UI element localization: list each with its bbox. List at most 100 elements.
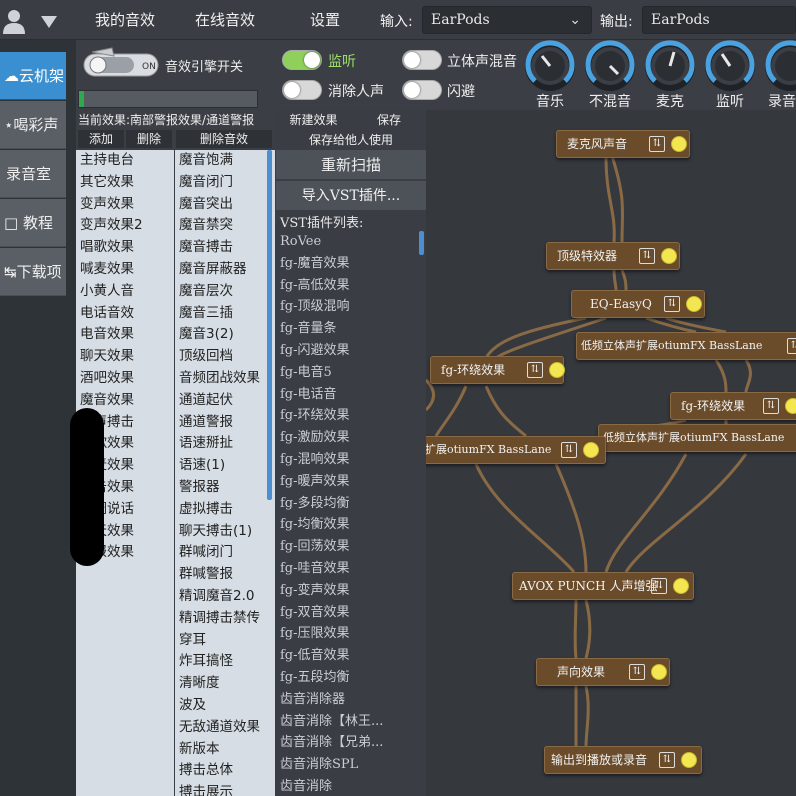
vst-item[interactable]: 齿音消除SPL xyxy=(276,754,418,776)
node-eq-easyq[interactable]: EQ-EasyQ ⇅ xyxy=(571,290,705,318)
sound-preset-item[interactable]: 清晰度 xyxy=(175,673,275,695)
nav-item-cloud-rack[interactable]: ☁云机架 xyxy=(0,52,66,100)
monitor-knob[interactable] xyxy=(704,40,756,92)
sound-preset-item[interactable]: 炸耳搞怪 xyxy=(175,651,275,673)
sound-preset-item[interactable]: 通道起伏 xyxy=(175,390,275,412)
monitor-toggle[interactable] xyxy=(282,50,322,70)
sound-preset-item[interactable]: 魔音搏击 xyxy=(175,237,275,259)
sound-preset-item[interactable]: 魔音饱满 xyxy=(175,150,275,172)
yellow-led-icon[interactable] xyxy=(661,248,677,264)
yellow-led-icon[interactable] xyxy=(549,362,565,378)
nav-item-tutorial[interactable]: □ 教程 xyxy=(0,199,66,247)
sound-preset-item[interactable]: 魔音突出 xyxy=(175,194,275,216)
yellow-led-icon[interactable] xyxy=(785,398,796,414)
equalizer-icon[interactable]: ⇅ xyxy=(659,752,675,768)
stereo-mix-toggle[interactable] xyxy=(402,50,442,70)
vst-item[interactable]: fg-双音效果 xyxy=(276,602,418,624)
equalizer-icon[interactable]: ⇅ xyxy=(664,296,680,312)
nav-item-studio[interactable]: 录音室 xyxy=(0,150,66,198)
node-top-effect[interactable]: 顶级特效器 ⇅ xyxy=(546,242,680,270)
sound-preset-item[interactable]: 聊天搏击(1) xyxy=(175,521,275,543)
vst-item[interactable]: fg-激励效果 xyxy=(276,427,418,449)
tab-my-effects[interactable]: 我的音效 xyxy=(80,0,170,40)
nav-item-cheer[interactable]: ⋆喝彩声 xyxy=(0,101,66,149)
vst-list-scrollbar[interactable] xyxy=(419,231,424,255)
equalizer-icon[interactable]: ⇅ xyxy=(787,338,796,354)
sound-preset-item[interactable]: 语速掰扯 xyxy=(175,433,275,455)
effect-category-item[interactable]: 唱歌效果 xyxy=(76,237,174,259)
sound-preset-item[interactable]: 魔音3(2) xyxy=(175,324,275,346)
effect-category-item[interactable]: 酒吧效果 xyxy=(76,368,174,390)
effect-category-item[interactable]: 主持电台 xyxy=(76,150,174,172)
yellow-led-icon[interactable] xyxy=(673,578,689,594)
vst-item[interactable]: fg-变声效果 xyxy=(276,580,418,602)
sound-preset-item[interactable]: 精调搏击禁传 xyxy=(175,608,275,630)
equalizer-icon[interactable]: ⇅ xyxy=(561,442,577,458)
sound-preset-item[interactable]: 音频团战效果 xyxy=(175,368,275,390)
equalizer-icon[interactable]: ⇅ xyxy=(527,362,543,378)
vst-item[interactable]: RoVee xyxy=(276,231,418,253)
vst-item[interactable]: fg-五段均衡 xyxy=(276,667,418,689)
vst-item[interactable]: fg-魔音效果 xyxy=(276,253,418,275)
equalizer-icon[interactable]: ⇅ xyxy=(649,136,665,152)
vst-item[interactable]: 齿音消除器 xyxy=(276,689,418,711)
import-vst-button[interactable]: 导入VST插件... xyxy=(276,181,426,211)
effect-graph-canvas[interactable]: 麦克风声音 ⇅ 顶级特效器 ⇅ EQ-EasyQ ⇅ 低频立体声扩展otiumF… xyxy=(426,110,796,796)
yellow-led-icon[interactable] xyxy=(681,752,697,768)
sound-preset-item[interactable]: 警报器 xyxy=(175,477,275,499)
sound-preset-item[interactable]: 群喊闭门 xyxy=(175,542,275,564)
vst-item[interactable]: fg-暖声效果 xyxy=(276,471,418,493)
node-avox-punch[interactable]: AVOX PUNCH 人声增强 ⇅ xyxy=(512,572,694,600)
sound-preset-item[interactable]: 通道警报 xyxy=(175,412,275,434)
tab-settings[interactable]: 设置 xyxy=(290,0,360,40)
vst-item[interactable]: fg-回荡效果 xyxy=(276,536,418,558)
node-bass-expand-1[interactable]: 低频立体声扩展otiumFX BassLane ⇅ xyxy=(576,332,796,360)
node-mic-input[interactable]: 麦克风声音 ⇅ xyxy=(556,130,690,158)
add-button[interactable]: 添加 xyxy=(78,130,124,148)
vst-item[interactable]: 齿音消除【兄弟... xyxy=(276,732,418,754)
effect-category-item[interactable]: 变声效果2 xyxy=(76,215,174,237)
vst-item[interactable]: fg-环绕效果 xyxy=(276,405,418,427)
delete-sound-button[interactable]: 删除音效 xyxy=(176,130,272,148)
vst-item[interactable]: fg-闪避效果 xyxy=(276,340,418,362)
sound-list-scrollbar[interactable] xyxy=(267,150,272,500)
vst-item[interactable]: fg-压限效果 xyxy=(276,623,418,645)
ducking-toggle[interactable] xyxy=(402,80,442,100)
no-mix-knob[interactable] xyxy=(584,40,636,92)
save-for-others-button[interactable]: 保存给他人使用 xyxy=(276,130,426,150)
vst-item[interactable]: fg-电话音 xyxy=(276,384,418,406)
yellow-led-icon[interactable] xyxy=(583,442,599,458)
sound-preset-item[interactable]: 魔音层次 xyxy=(175,281,275,303)
sound-preset-item[interactable]: 语速(1) xyxy=(175,455,275,477)
node-bass-expand-3[interactable]: 扩展otiumFX BassLane ⇅ xyxy=(426,436,606,464)
node-output[interactable]: 输出到播放或录音 ⇅ xyxy=(544,746,702,774)
nav-item-downloads[interactable]: ↹下载项 xyxy=(0,248,66,296)
sound-preset-item[interactable]: 魔音闭门 xyxy=(175,172,275,194)
rescan-button[interactable]: 重新扫描 xyxy=(276,150,426,180)
sound-preset-item[interactable]: 顶级回档 xyxy=(175,346,275,368)
effect-category-item[interactable]: 电音效果 xyxy=(76,324,174,346)
vst-item[interactable]: fg-混响效果 xyxy=(276,449,418,471)
equalizer-icon[interactable]: ⇅ xyxy=(639,248,655,264)
node-surround-2[interactable]: fg-环绕效果 ⇅ xyxy=(670,392,796,420)
sound-preset-item[interactable]: 新版本 xyxy=(175,739,275,761)
sound-preset-item[interactable]: 魔音三插 xyxy=(175,303,275,325)
sound-preset-item[interactable]: 群喊警报 xyxy=(175,564,275,586)
vst-item[interactable]: 齿音消除 xyxy=(276,776,418,796)
yellow-led-icon[interactable] xyxy=(651,664,667,680)
sound-preset-item[interactable]: 虚拟搏击 xyxy=(175,499,275,521)
vst-item[interactable]: fg-均衡效果 xyxy=(276,514,418,536)
delete-button[interactable]: 删除 xyxy=(126,130,172,148)
equalizer-icon[interactable]: ⇅ xyxy=(629,664,645,680)
yellow-led-icon[interactable] xyxy=(686,296,702,312)
user-avatar-icon[interactable] xyxy=(2,8,26,34)
mic-knob[interactable] xyxy=(644,40,696,92)
output-device-select[interactable]: EarPods xyxy=(642,6,796,34)
vst-item[interactable]: fg-低音效果 xyxy=(276,645,418,667)
dropdown-triangle-icon[interactable] xyxy=(40,14,58,28)
sound-preset-item[interactable]: 波及 xyxy=(175,695,275,717)
input-device-select[interactable]: EarPods ⌄ xyxy=(422,6,592,34)
effect-category-item[interactable]: 小黄人音 xyxy=(76,281,174,303)
sound-preset-item[interactable]: 穿耳 xyxy=(175,630,275,652)
vst-item[interactable]: fg-哇音效果 xyxy=(276,558,418,580)
